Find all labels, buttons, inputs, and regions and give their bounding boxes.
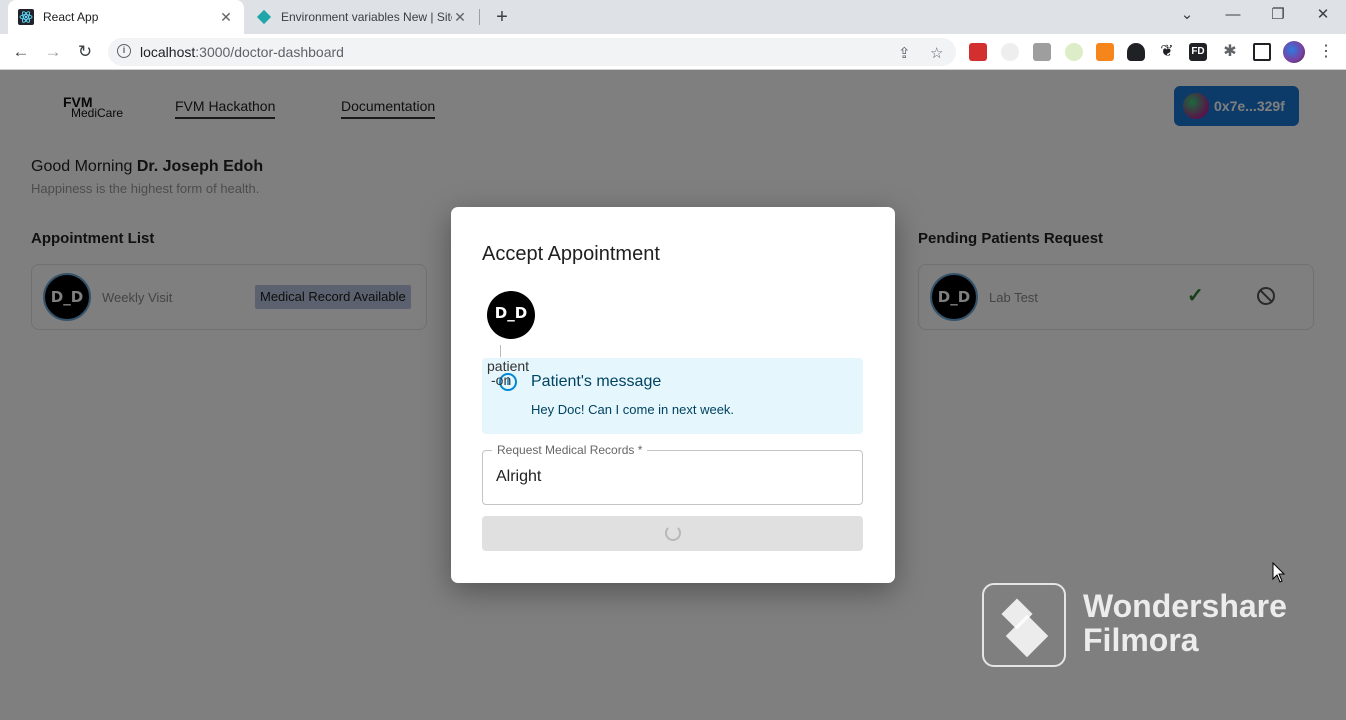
- forward-icon[interactable]: →: [40, 39, 66, 65]
- request-medical-records-input[interactable]: Request Medical Records * Alright: [482, 443, 863, 505]
- restore-icon[interactable]: ❐: [1255, 0, 1301, 30]
- reload-icon[interactable]: ↻: [72, 39, 98, 65]
- url-path: :3000/doctor-dashboard: [195, 44, 344, 60]
- watermark-line2: Filmora: [1083, 622, 1199, 658]
- angular-icon[interactable]: [1127, 43, 1145, 61]
- dialog-title: Accept Appointment: [482, 243, 660, 265]
- url-text[interactable]: localhost:3000/doctor-dashboard: [140, 44, 344, 60]
- watermark-line1: Wondershare: [1083, 588, 1287, 624]
- extension-bird-icon[interactable]: ❦: [1158, 43, 1176, 61]
- more-menu-icon[interactable]: ⋮: [1313, 39, 1339, 65]
- tab-title: Environment variables New | Site: [281, 10, 452, 24]
- tab-environment-variables[interactable]: Environment variables New | Site ✕: [246, 0, 478, 34]
- accept-appointment-dialog: Accept Appointment D_D i Patient's messa…: [451, 207, 895, 583]
- browser-toolbar: ← → ↻ i localhost:3000/doctor-dashboard …: [0, 34, 1346, 70]
- netlify-icon: [256, 9, 272, 25]
- tab-title: React App: [43, 10, 99, 24]
- message-title: Patient's message: [531, 373, 662, 390]
- profile-avatar-icon[interactable]: [1283, 41, 1305, 63]
- browser-tab-bar: React App ✕ Environment variables New | …: [0, 0, 1346, 34]
- back-icon[interactable]: ←: [8, 39, 34, 65]
- react-icon: [18, 9, 34, 25]
- chevron-down-icon[interactable]: ⌄: [1164, 0, 1210, 30]
- extension-photo-icon[interactable]: [1033, 43, 1051, 61]
- patient-alt-line2: -on: [491, 372, 512, 388]
- new-tab-icon[interactable]: +: [490, 5, 514, 29]
- loading-spinner-icon: [665, 525, 681, 541]
- tab-close-icon[interactable]: ✕: [218, 9, 234, 26]
- extension-leaf-icon[interactable]: [1065, 43, 1083, 61]
- mouse-cursor-icon: [1272, 562, 1286, 583]
- site-info-icon[interactable]: i: [117, 44, 131, 58]
- patient-message-alert: i Patient's message Hey Doc! Can I come …: [482, 358, 863, 434]
- close-icon[interactable]: ✕: [1300, 0, 1346, 30]
- extension-face-icon[interactable]: [1001, 43, 1019, 61]
- field-label: Request Medical Records *: [492, 443, 648, 457]
- address-bar[interactable]: i localhost:3000/doctor-dashboard ⇪ ☆: [108, 38, 956, 66]
- minimize-icon[interactable]: —: [1210, 0, 1256, 30]
- share-icon[interactable]: ⇪: [898, 44, 911, 62]
- tab-close-icon[interactable]: ✕: [452, 9, 468, 26]
- message-body: Hey Doc! Can I come in next week.: [531, 402, 735, 417]
- extension-fd-icon[interactable]: FD: [1189, 43, 1207, 61]
- metamask-icon[interactable]: [1096, 43, 1114, 61]
- url-host: localhost: [140, 44, 196, 60]
- filmora-logo-icon: [982, 583, 1066, 667]
- field-value[interactable]: Alright: [496, 468, 541, 486]
- tab-separator: [479, 9, 480, 25]
- tab-react-app[interactable]: React App ✕: [8, 0, 244, 34]
- patient-avatar: D_D: [487, 291, 535, 339]
- patient-alt-text: patient -on: [487, 359, 529, 387]
- bookmark-star-icon[interactable]: ☆: [930, 44, 943, 62]
- watermark-text: Wondershare Filmora: [1083, 589, 1287, 657]
- submit-button[interactable]: [482, 516, 863, 551]
- puzzle-icon[interactable]: ✱: [1221, 43, 1239, 61]
- sidepanel-icon[interactable]: [1253, 43, 1271, 61]
- broken-image-line: [500, 345, 501, 357]
- extension-red-icon[interactable]: [969, 43, 987, 61]
